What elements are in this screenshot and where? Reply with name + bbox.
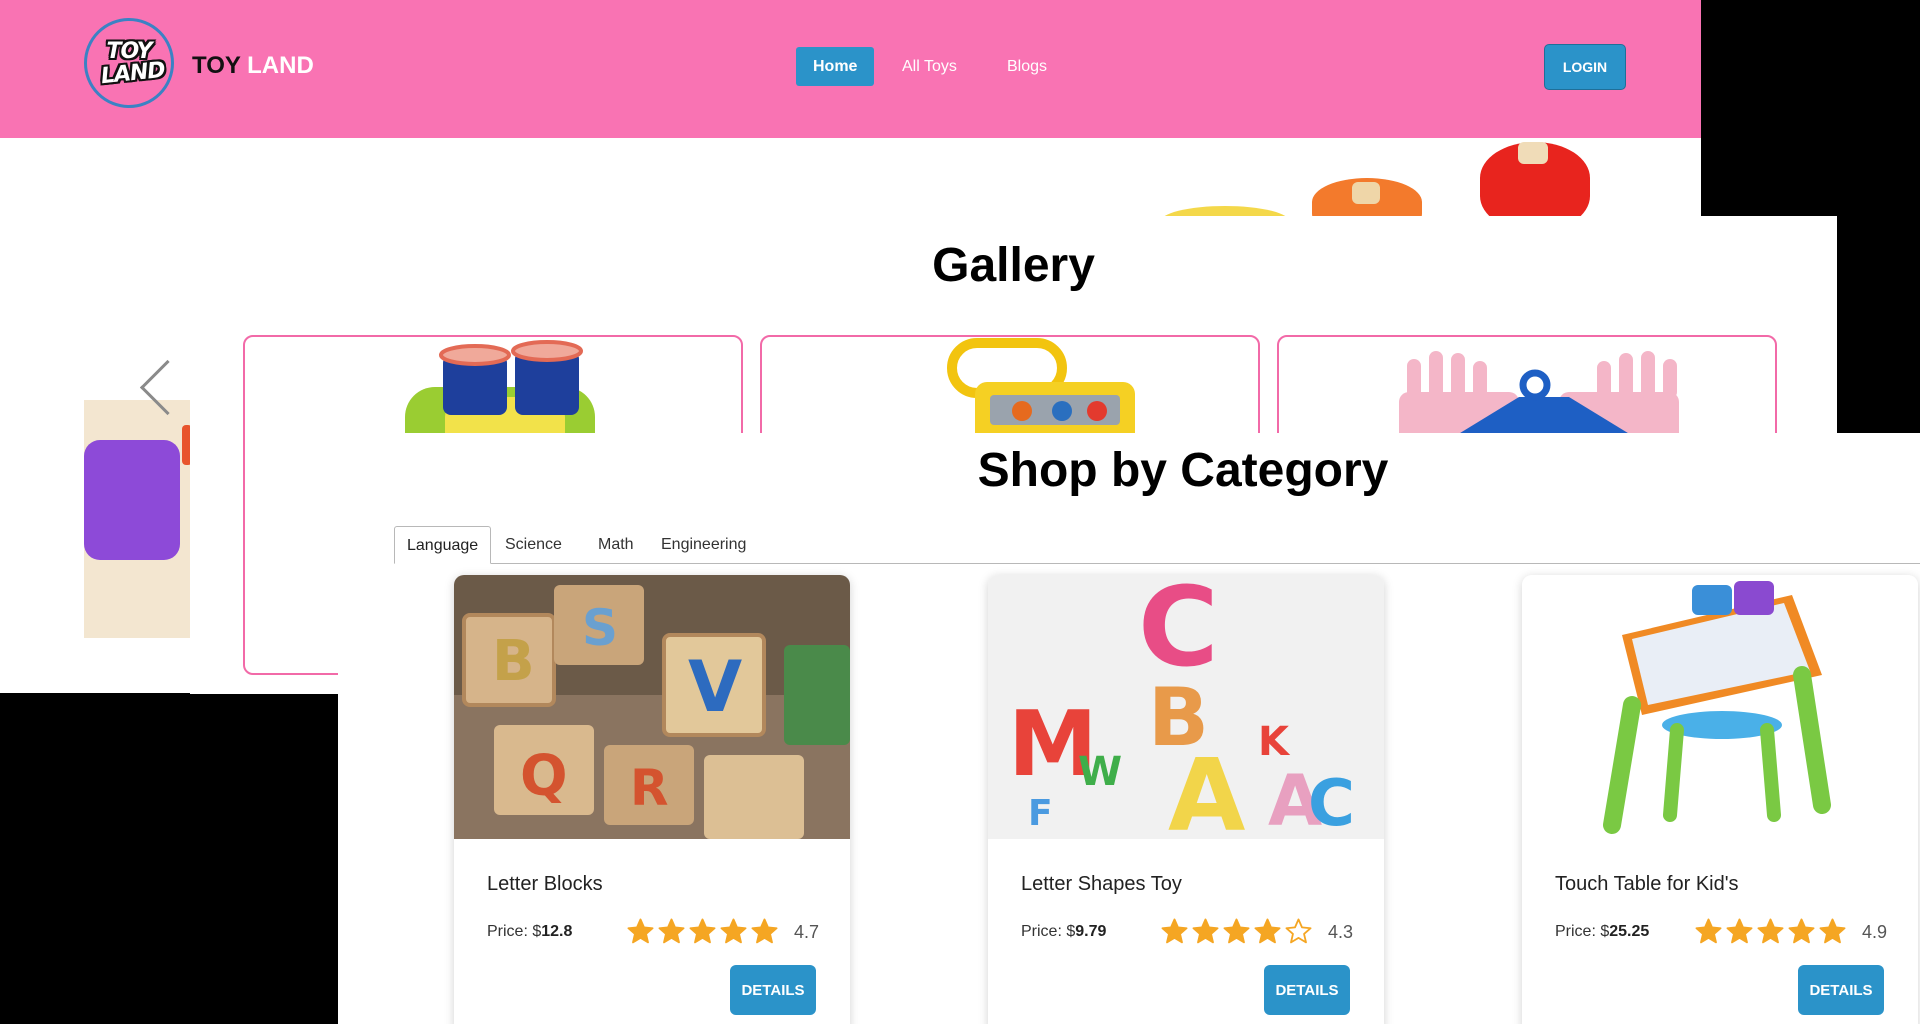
star-filled-icon xyxy=(1695,918,1722,944)
product-name: Letter Blocks xyxy=(487,873,603,895)
star-empty-icon xyxy=(1285,918,1312,944)
nav-link-all-toys[interactable]: All Toys xyxy=(885,47,974,86)
svg-text:W: W xyxy=(1078,749,1122,795)
product-image-letter-blocks: B V S Q R xyxy=(454,575,850,839)
tab-science[interactable]: Science xyxy=(493,526,574,564)
details-button[interactable]: DETAILS xyxy=(730,965,816,1015)
banner-image xyxy=(1140,138,1620,246)
star-filled-icon xyxy=(1161,918,1188,944)
carousel-slide-image xyxy=(84,400,192,638)
svg-text:V: V xyxy=(688,646,742,728)
star-filled-icon xyxy=(1726,918,1753,944)
shop-by-category-section: Shop by Category Language Science Math E… xyxy=(338,433,1920,1024)
svg-text:C: C xyxy=(1308,767,1355,839)
rating-value: 4.7 xyxy=(794,922,820,942)
brand-logo[interactable]: TOY LAND xyxy=(84,18,174,108)
star-filled-icon xyxy=(1223,918,1250,944)
brand-name[interactable]: TOY LAND xyxy=(192,52,314,80)
star-filled-icon xyxy=(1192,918,1219,944)
svg-text:K: K xyxy=(1258,719,1291,765)
nav-link-blogs[interactable]: Blogs xyxy=(990,47,1064,86)
star-filled-icon xyxy=(1254,918,1281,944)
login-button[interactable]: LOGIN xyxy=(1544,44,1626,90)
star-filled-icon xyxy=(1757,918,1784,944)
brand-name-part2: LAND xyxy=(247,52,314,79)
star-filled-icon xyxy=(689,918,716,944)
gallery-title: Gallery xyxy=(932,239,1095,292)
product-image-touch-table xyxy=(1522,575,1918,839)
nav-link-home[interactable]: Home xyxy=(796,47,875,86)
star-filled-icon xyxy=(751,918,778,944)
shop-title: Shop by Category xyxy=(977,444,1389,497)
product-card: B V S Q R Letter Blocks Price: $12.8 4.7… xyxy=(454,575,850,1024)
price-value: 12.8 xyxy=(541,923,573,940)
star-filled-icon xyxy=(1819,918,1846,944)
details-button[interactable]: DETAILS xyxy=(1798,965,1884,1015)
navbar: TOY LAND TOY LAND Home All Toys Blogs LO… xyxy=(0,0,1701,138)
product-card: C B M A A C W F K Letter Shapes Toy Pric… xyxy=(988,575,1384,1024)
star-filled-icon xyxy=(658,918,685,944)
svg-text:F: F xyxy=(1028,793,1053,834)
rating-value: 4.9 xyxy=(1862,922,1888,942)
tab-math[interactable]: Math xyxy=(586,526,646,564)
svg-text:B: B xyxy=(492,629,535,694)
price-label: Price: $ xyxy=(1555,923,1610,940)
product-name: Letter Shapes Toy xyxy=(1021,873,1182,895)
details-button[interactable]: DETAILS xyxy=(1264,965,1350,1015)
price-value: 25.25 xyxy=(1609,923,1650,940)
star-rating xyxy=(1160,917,1313,947)
svg-text:S: S xyxy=(582,599,618,657)
price-label: Price: $ xyxy=(1021,923,1076,940)
svg-text:Q: Q xyxy=(520,744,568,809)
svg-text:R: R xyxy=(630,759,669,817)
tab-language[interactable]: Language xyxy=(394,526,492,564)
price-label: Price: $ xyxy=(487,923,542,940)
brand-name-part1: TOY xyxy=(192,52,241,79)
product-price: Price: $9.79 xyxy=(1021,923,1106,941)
star-filled-icon xyxy=(627,918,654,944)
tab-engineering[interactable]: Engineering xyxy=(649,526,758,564)
product-name: Touch Table for Kid's xyxy=(1555,873,1739,895)
product-price: Price: $12.8 xyxy=(487,923,572,941)
star-rating xyxy=(1694,917,1847,947)
star-rating xyxy=(626,917,779,947)
product-price: Price: $25.25 xyxy=(1555,923,1649,941)
logo-text-line2: LAND xyxy=(99,57,166,90)
product-image-letter-shapes: C B M A A C W F K xyxy=(988,575,1384,839)
rating-value: 4.3 xyxy=(1328,922,1354,942)
star-filled-icon xyxy=(720,918,747,944)
svg-text:A: A xyxy=(1168,737,1245,839)
price-value: 9.79 xyxy=(1075,923,1107,940)
product-card: Touch Table for Kid's Price: $25.25 4.9 … xyxy=(1522,575,1918,1024)
star-filled-icon xyxy=(1788,918,1815,944)
